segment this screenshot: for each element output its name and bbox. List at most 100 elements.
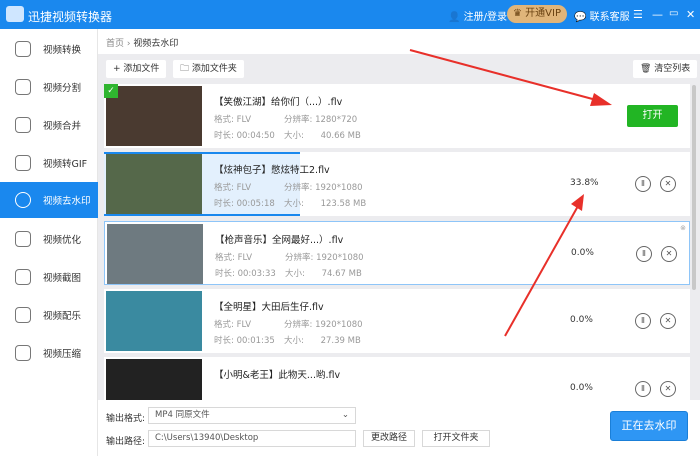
gif-icon (15, 155, 31, 171)
merge-icon (15, 117, 31, 133)
file-item[interactable]: ✓ 【笑傲江湖】给你们（...）.flv 格式: FLV 分辨率: 1280*7… (104, 84, 690, 148)
path-label: 输出路径: (106, 437, 146, 447)
watermark-icon (15, 192, 31, 208)
video-thumbnail (106, 86, 202, 146)
video-thumbnail (106, 154, 202, 214)
sidebar-item-convert[interactable]: 视频转换 (0, 31, 98, 67)
clear-list-button[interactable]: 🗑 清空列表 (633, 60, 698, 78)
remove-item-icon[interactable]: ⊗ (680, 224, 686, 232)
file-item[interactable]: 【全明星】大田后生仔.flv 格式: FLV 分辨率: 1920*1080 时长… (104, 289, 690, 353)
file-item[interactable]: 【炫神包子】憋炫特工2.flv 格式: FLV 分辨率: 1920*1080 时… (104, 152, 690, 216)
vip-button[interactable]: ♛ 开通VIP (507, 5, 567, 23)
sidebar-item-merge[interactable]: 视频合并 (0, 107, 98, 143)
title-bar: 迅捷视频转换器 👤 注册/登录 ♛ 开通VIP 💬 联系客服 ☰ — ▭ ✕ (0, 0, 700, 29)
support-link[interactable]: 💬 联系客服 (574, 8, 630, 23)
compress-icon (15, 345, 31, 361)
sidebar-item-watermark[interactable]: 视频去水印 (0, 182, 98, 218)
format-value: MP4 同原文件 (155, 410, 210, 420)
resolution-meta: 分辨率: 1920*1080 (285, 253, 364, 263)
sidebar-label: 视频优化 (43, 235, 82, 246)
open-folder-button[interactable]: 打开文件夹 (422, 430, 490, 447)
file-name: 【枪声音乐】全网最好...）.flv (215, 235, 344, 246)
size-meta: 大小: 40.66 MB (284, 131, 361, 141)
vip-label: 开通VIP (525, 8, 561, 19)
sidebar-label: 视频去水印 (43, 196, 91, 207)
breadcrumb-current: 视频去水印 (133, 39, 179, 49)
duration-meta: 时长: 00:01:35 (214, 336, 275, 346)
progress-text: 33.8% (570, 178, 599, 188)
cancel-icon[interactable]: ✕ (660, 176, 676, 192)
breadcrumb-sep: › (126, 39, 131, 49)
cancel-icon[interactable]: ✕ (661, 246, 677, 262)
sidebar-label: 视频转换 (43, 45, 82, 56)
size-meta: 大小: 74.67 MB (285, 269, 362, 279)
progress-text: 0.0% (571, 248, 594, 258)
add-folder-label: 添加文件夹 (191, 64, 237, 74)
breadcrumb: 首页 › 视频去水印 (106, 36, 178, 49)
sidebar-item-split[interactable]: 视频分割 (0, 69, 98, 105)
sidebar-label: 视频截图 (43, 273, 82, 284)
breadcrumb-home[interactable]: 首页 (106, 39, 124, 49)
format-meta: 格式: FLV (214, 320, 252, 330)
resolution-meta: 分辨率: 1920*1080 (284, 320, 363, 330)
video-thumbnail (106, 359, 202, 400)
sidebar-item-gif[interactable]: 视频转GIF (0, 145, 98, 181)
video-thumbnail (106, 291, 202, 351)
sidebar-item-music[interactable]: 视频配乐 (0, 297, 98, 333)
file-name: 【小明&老王】此物天...哟.flv (214, 370, 341, 381)
login-link[interactable]: 👤 注册/登录 (448, 8, 507, 23)
path-input[interactable]: C:\Users\13940\Desktop (148, 430, 356, 447)
format-meta: 格式: FLV (215, 253, 253, 263)
optimize-icon (15, 231, 31, 247)
sidebar-label: 视频合并 (43, 121, 82, 132)
format-select[interactable]: MP4 同原文件 ⌄ (148, 407, 356, 424)
file-name: 【笑傲江湖】给你们（...）.flv (214, 97, 343, 108)
file-name: 【全明星】大田后生仔.flv (214, 302, 324, 313)
sidebar-item-compress[interactable]: 视频压缩 (0, 335, 98, 371)
scrollbar[interactable] (692, 85, 696, 290)
done-check-icon: ✓ (104, 84, 118, 98)
chevron-down-icon: ⌄ (341, 410, 349, 420)
pause-icon[interactable]: Ⅱ (635, 176, 651, 192)
progress-text: 0.0% (570, 315, 593, 325)
change-path-button[interactable]: 更改路径 (363, 430, 415, 447)
open-button[interactable]: 打开 (627, 105, 678, 127)
pause-icon[interactable]: Ⅱ (635, 313, 651, 329)
minimize-icon[interactable]: — (652, 8, 663, 21)
cancel-icon[interactable]: ✕ (660, 381, 676, 397)
cancel-icon[interactable]: ✕ (660, 313, 676, 329)
progress-text: 0.0% (570, 383, 593, 393)
format-meta: 格式: FLV (214, 115, 252, 125)
app-logo-icon (6, 6, 24, 22)
start-watermark-button[interactable]: 正在去水印 (610, 411, 688, 441)
sidebar: 视频转换 视频分割 视频合并 视频转GIF 视频去水印 视频优化 视频截图 视频… (0, 29, 98, 456)
file-item[interactable]: 【枪声音乐】全网最好...）.flv 格式: FLV 分辨率: 1920*108… (104, 221, 690, 285)
video-thumbnail (107, 224, 203, 284)
sidebar-label: 视频转GIF (43, 159, 88, 170)
pause-icon[interactable]: Ⅱ (636, 246, 652, 262)
sidebar-item-screenshot[interactable]: 视频截图 (0, 259, 98, 295)
close-icon[interactable]: ✕ (686, 8, 695, 21)
size-meta: 大小: 27.39 MB (284, 336, 361, 346)
login-label: 注册/登录 (463, 12, 508, 23)
app-title: 迅捷视频转换器 (28, 10, 113, 24)
file-name: 【炫神包子】憋炫特工2.flv (214, 165, 330, 176)
add-file-button[interactable]: + 添加文件 (106, 60, 167, 78)
maximize-icon[interactable]: ▭ (669, 8, 678, 19)
file-item[interactable]: 【小明&老王】此物天...哟.flv 0.0% Ⅱ ✕ (104, 357, 690, 400)
sidebar-item-optimize[interactable]: 视频优化 (0, 221, 98, 257)
size-meta: 大小: 123.58 MB (284, 199, 367, 209)
sidebar-label: 视频压缩 (43, 349, 82, 360)
convert-icon (15, 41, 31, 57)
progress-bar (104, 214, 300, 216)
music-icon (15, 307, 31, 323)
format-label: 输出格式: (106, 414, 146, 424)
screenshot-icon (15, 269, 31, 285)
menu-icon[interactable]: ☰ (633, 8, 643, 21)
clear-list-label: 清空列表 (654, 64, 691, 74)
pause-icon[interactable]: Ⅱ (635, 381, 651, 397)
add-folder-button[interactable]: 🗀 添加文件夹 (173, 60, 244, 78)
split-icon (15, 79, 31, 95)
duration-meta: 时长: 00:05:18 (214, 199, 275, 209)
output-settings: 输出格式: MP4 同原文件 ⌄ 输出路径: C:\Users\13940\Des… (98, 400, 700, 456)
